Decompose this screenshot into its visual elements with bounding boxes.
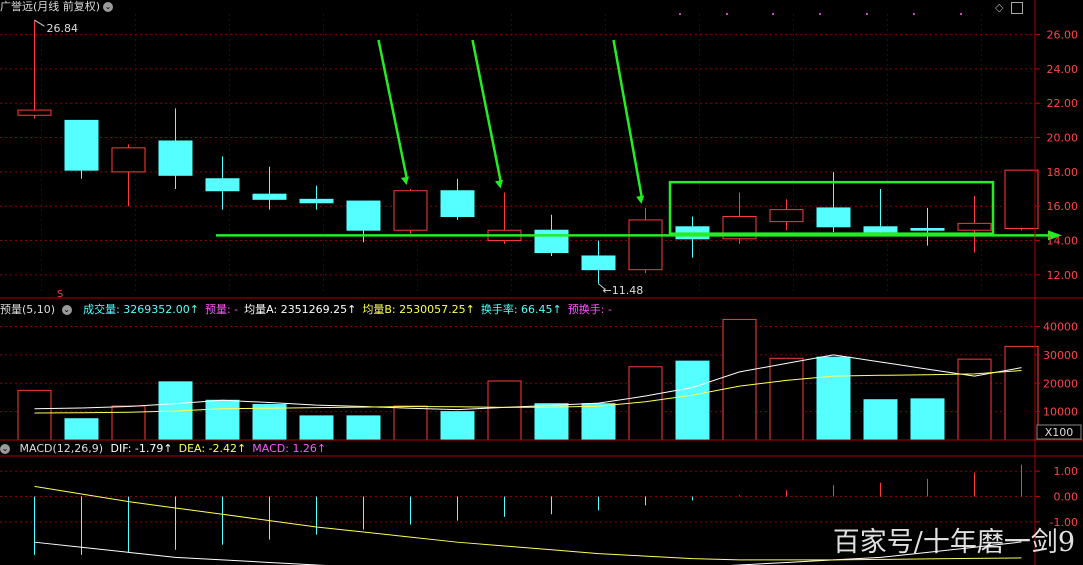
price-tick-label: 16.00: [1047, 200, 1079, 213]
corner-toolbar: ◇: [995, 1, 1023, 14]
volume-unit-label: X100: [1045, 426, 1074, 439]
annotation-arrow: [471, 39, 502, 181]
volume-tick-label: 30000: [1043, 349, 1078, 362]
candle-down: [534, 229, 569, 254]
low-label: ←11.48: [603, 284, 644, 297]
indicator-field: 预量: -: [204, 303, 239, 316]
annotation-arrow: [612, 39, 643, 197]
macd-tick-label: 1.00: [1054, 465, 1079, 478]
high-pointer: [34, 19, 45, 27]
watermark: 百家号/十年磨一剑9: [832, 527, 1075, 558]
candle-down: [440, 190, 475, 217]
volume-bar-up: [1004, 345, 1039, 441]
candle-up: [1004, 169, 1039, 230]
annotation-arrowhead: [636, 195, 645, 204]
indicator-field: DEA: -2.42↑: [178, 442, 247, 455]
volume-bar-up: [769, 357, 804, 441]
volume-tick-label: 10000: [1043, 406, 1078, 419]
signal-dot: [679, 13, 681, 15]
candle-down: [64, 119, 99, 171]
candle-down: [205, 178, 240, 192]
volume-bar-down: [346, 415, 381, 441]
volume-bar-down: [534, 403, 569, 441]
price-tick-label: 26.00: [1047, 29, 1079, 42]
volume-bar-up: [17, 389, 52, 441]
chevron-down-icon[interactable]: ⌄: [61, 305, 72, 315]
main-chart-title: 广誉远(月线 前复权): [0, 0, 101, 13]
indicator-field: 换手率: 66.45↑: [480, 303, 562, 316]
candle-up: [769, 209, 804, 223]
main-chart-header: 广誉远(月线 前复权) ⌄: [0, 0, 119, 14]
volume-bar-up: [628, 366, 663, 441]
volume-bar-down: [440, 411, 475, 441]
price-tick-label: 18.00: [1047, 166, 1079, 179]
volume-panel-header: 预量(5,10) ⌄ 成交量: 3269352.00↑ 预量: - 均量A: 235…: [0, 303, 624, 317]
signal-dot: [866, 13, 868, 15]
volume-tick-label: 40000: [1043, 321, 1078, 334]
candle-down: [346, 200, 381, 231]
price-tick-label: 12.00: [1047, 269, 1079, 282]
signal-dot: [819, 13, 821, 15]
price-tick-label: 20.00: [1047, 132, 1079, 145]
indicator-field: 预换手: -: [567, 303, 612, 316]
price-tick-label: 24.00: [1047, 63, 1079, 76]
candle-down: [581, 255, 616, 271]
settings-icon[interactable]: [1011, 2, 1023, 14]
candle-down: [299, 198, 334, 204]
volume-panel-title: 预量(5,10): [0, 303, 56, 316]
candle-down: [863, 226, 898, 233]
volume-bar-down: [299, 415, 334, 441]
candle-up: [393, 190, 428, 231]
volume-fields: 成交量: 3269352.00↑ 预量: - 均量A: 2351269.25↑ 均量B…: [83, 303, 618, 316]
annotation-arrow: [377, 39, 408, 178]
chart-canvas: 26.84←11.48S 12.0014.0016.0018.0020.0022…: [0, 0, 1083, 565]
annotation-arrowhead: [494, 179, 504, 189]
chevron-down-icon[interactable]: ⌄: [103, 2, 114, 12]
volume-bar-down: [816, 356, 851, 441]
high-label: 26.84: [47, 22, 79, 35]
candle-up: [111, 147, 146, 173]
indicator-field: 均量A: 2351269.25↑: [244, 303, 357, 316]
volume-bar-down: [910, 398, 945, 441]
volume-bar-down: [64, 418, 99, 441]
signal-dot: [772, 13, 774, 15]
candle-up: [628, 219, 663, 271]
candle-down: [816, 207, 851, 228]
macd-fields: DIF: -1.79↑ DEA: -2.42↑ MACD: 1.26↑: [111, 442, 333, 455]
volume-bar-up: [111, 405, 146, 441]
signal-dot: [913, 13, 915, 15]
price-tick-label: 22.00: [1047, 97, 1079, 110]
volume-bar-up: [487, 380, 522, 441]
macd-panel-title: MACD(12,26,9): [19, 442, 104, 455]
volume-bar-down: [205, 399, 240, 441]
candle-up: [957, 222, 992, 231]
diamond-icon[interactable]: ◇: [995, 1, 1003, 14]
signal-dot: [960, 13, 962, 15]
indicator-field: DIF: -1.79↑: [110, 442, 173, 455]
volume-bar-up: [722, 318, 757, 441]
price-tick-label: 14.00: [1047, 235, 1079, 248]
chevron-down-icon[interactable]: ⌄: [0, 444, 10, 454]
candle-down: [252, 193, 287, 200]
indicator-field: MACD: 1.26↑: [252, 442, 327, 455]
volume-bar-up: [957, 358, 992, 441]
indicator-field: 均量B: 2530057.25↑: [362, 303, 475, 316]
volume-bar-down: [675, 360, 710, 441]
volume-bar-down: [252, 404, 287, 441]
volume-tick-label: 20000: [1043, 377, 1078, 390]
annotation-arrowhead: [400, 176, 409, 186]
volume-bar-up: [393, 405, 428, 441]
signal-dot: [726, 13, 728, 15]
candle-down: [910, 228, 945, 231]
volume-bar-down: [581, 403, 616, 441]
indicator-field: 成交量: 3269352.00↑: [83, 303, 199, 316]
candle-down: [158, 140, 193, 176]
volume-bar-down: [863, 399, 898, 441]
macd-tick-label: 0.00: [1054, 491, 1079, 504]
macd-panel-header: ⌄ MACD(12,26,9) DIF: -1.79↑ DEA: -2.42↑ MA…: [0, 442, 338, 456]
candle-up: [17, 109, 52, 116]
